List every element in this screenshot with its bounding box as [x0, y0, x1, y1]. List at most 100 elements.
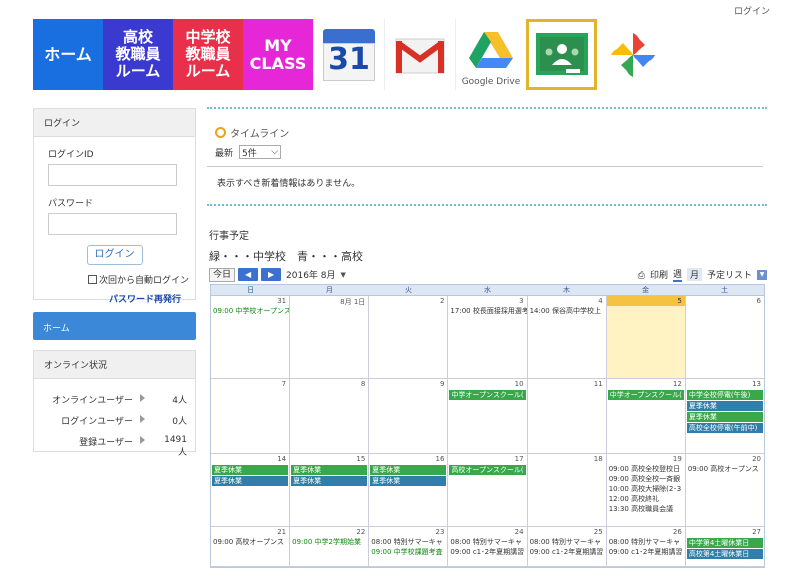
triangle-right-icon[interactable]: [140, 436, 145, 444]
day-number: 8月 1日: [340, 298, 366, 306]
auto-login-row[interactable]: 次回から自動ログイン: [88, 273, 195, 286]
triangle-right-icon[interactable]: [140, 415, 145, 423]
calendar-event[interactable]: 夏季休業: [291, 465, 368, 475]
calendar-event[interactable]: 夏季休業: [686, 412, 763, 422]
top-login-link[interactable]: ログイン: [734, 4, 770, 17]
calendar-day-cell[interactable]: 14 夏季休業 夏季休業: [211, 454, 291, 526]
calendar-day-cell[interactable]: 19 09:00 高校全校登校日 09:00 高校全校一斉銀 10:00 高校大掃除(…: [607, 454, 686, 526]
calendar-event[interactable]: 13:30 高校職員会議: [607, 504, 685, 514]
events-title: 行事予定: [209, 231, 249, 242]
calendar-event[interactable]: 09:00 中学校オープンス: [211, 306, 289, 316]
calendar-day-cell[interactable]: 25 08:00 特別サマーキャ 09:00 c1･2年夏期講習: [528, 527, 607, 566]
calendar-day-cell[interactable]: 6: [686, 296, 764, 378]
calendar-week-row: 14 夏季休業 夏季休業 15 夏季休業 夏季休業 16 夏季休業 夏季休業 17 高校オープンスク…: [211, 454, 764, 527]
calendar-day-cell[interactable]: 18: [528, 454, 607, 526]
calendar-event[interactable]: 08:00 特別サマーキャ: [369, 537, 447, 547]
login-button[interactable]: ログイン: [86, 245, 143, 265]
calendar-day-cell[interactable]: 23 08:00 特別サマーキャ 09:00 中学校課題考査: [369, 527, 449, 566]
print-button[interactable]: ⎙ 印刷: [633, 268, 668, 281]
prev-month-button[interactable]: ◀: [238, 268, 259, 281]
calendar-event[interactable]: 08:00 特別サマーキャ: [528, 537, 606, 547]
calendar-event[interactable]: 09:00 c1･2年夏期講習: [528, 547, 606, 557]
calendar-event[interactable]: 09:00 高校オープンス: [686, 464, 764, 474]
calendar-event[interactable]: 17:00 校長面接採用選考: [448, 306, 526, 316]
month-dropdown-icon[interactable]: ▼: [341, 271, 346, 279]
timeline-count-select[interactable]: 5件 ⌵: [239, 145, 282, 159]
calendar-event[interactable]: 中学第4土曜休業日: [686, 538, 763, 548]
calendar-day-cell[interactable]: 3 17:00 校長面接採用選考: [448, 296, 528, 378]
calendar-event[interactable]: 14:00 保谷高中学校上: [528, 306, 606, 316]
calendar-event[interactable]: 09:00 c1･2年夏期講習: [448, 547, 526, 557]
view-week-tab[interactable]: 週: [672, 267, 682, 282]
nav-classroom-tile[interactable]: [526, 19, 597, 90]
calendar-event[interactable]: 高校第4土曜休業日: [686, 549, 763, 559]
password-reset-link[interactable]: パスワード再発行: [34, 292, 181, 305]
calendar-event[interactable]: 08:00 特別サマーキャ: [607, 537, 685, 547]
calendar-event[interactable]: 高校全校停電(午前中): [686, 423, 763, 433]
nav-calendar-tile[interactable]: 31: [313, 19, 384, 90]
calendar-event[interactable]: 中学オープンスクール(: [607, 390, 684, 400]
calendar-day-cell[interactable]: 27 中学第4土曜休業日 高校第4土曜休業日: [686, 527, 764, 566]
password-input[interactable]: [48, 213, 177, 235]
nav-my-class-tile[interactable]: MY CLASS: [243, 19, 313, 90]
calendar-event[interactable]: 12:00 高校終礼: [607, 494, 685, 504]
calendar-day-cell[interactable]: 9: [369, 379, 449, 453]
calendar-event[interactable]: 08:00 特別サマーキャ: [448, 537, 526, 547]
calendar-day-cell[interactable]: 5: [606, 296, 686, 378]
calendar-day-cell[interactable]: 8: [290, 379, 370, 453]
calendar-day-cell[interactable]: 21 09:00 高校オープンス: [211, 527, 291, 566]
calendar-day-cell[interactable]: 7: [211, 379, 291, 453]
calendar-day-cell[interactable]: 26 08:00 特別サマーキャ 09:00 c1･2年夏期講習: [607, 527, 686, 566]
print-label: 印刷: [649, 271, 668, 281]
triangle-right-icon[interactable]: [140, 394, 145, 402]
calendar-event[interactable]: 夏季休業: [370, 476, 447, 486]
dotted-divider-top: [207, 107, 767, 109]
calendar-day-cell[interactable]: 15 夏季休業 夏季休業: [290, 454, 370, 526]
calendar-day-cell[interactable]: 2: [369, 296, 449, 378]
nav-ms-staff-room-tile[interactable]: 中学校 教職員 ルーム: [173, 19, 243, 90]
calendar-event[interactable]: 09:00 中学2学期始業: [290, 537, 368, 547]
nav-drive-tile[interactable]: Google Drive: [455, 19, 526, 90]
calendar-event[interactable]: 09:00 高校オープンス: [211, 537, 289, 547]
auto-login-checkbox[interactable]: [88, 275, 97, 284]
calendar-day-cell[interactable]: 11: [528, 379, 607, 453]
calendar-day-cell[interactable]: 22 09:00 中学2学期始業: [290, 527, 370, 566]
calendar-event[interactable]: 中学全校停電(午後): [686, 390, 763, 400]
calendar-day-cell[interactable]: 12 中学オープンスクール(: [607, 379, 686, 453]
login-id-input[interactable]: [48, 164, 177, 186]
calendar-day-cell[interactable]: 8月 1日: [290, 296, 370, 378]
calendar-event[interactable]: 夏季休業: [212, 476, 289, 486]
calendar-day-cell[interactable]: 4 14:00 保谷高中学校上: [528, 296, 607, 378]
nav-gmail-tile[interactable]: [384, 19, 455, 90]
calendar-event[interactable]: 夏季休業: [212, 465, 289, 475]
next-month-button[interactable]: ▶: [261, 268, 282, 281]
menu-item-home[interactable]: ホーム: [33, 312, 196, 340]
calendar-day-cell[interactable]: 16 夏季休業 夏季休業: [369, 454, 449, 526]
calendar-event[interactable]: 09:00 高校全校登校日: [607, 464, 685, 474]
nav-hs-staff-room-tile[interactable]: 高校 教職員 ルーム: [103, 19, 173, 90]
calendar-event[interactable]: 09:00 中学校課題考査: [369, 547, 447, 557]
nav-home-tile[interactable]: ホーム: [33, 19, 103, 90]
calendar-event[interactable]: 中学オープンスクール(: [449, 390, 526, 400]
calendar-event[interactable]: 夏季休業: [686, 401, 763, 411]
arrow-left-icon: ◀: [244, 270, 252, 279]
calendar-day-cell[interactable]: 20 09:00 高校オープンス: [686, 454, 764, 526]
nav-photos-tile[interactable]: [597, 19, 668, 90]
calendar-event[interactable]: 夏季休業: [370, 465, 447, 475]
calendar-event[interactable]: 10:00 高校大掃除(2･3: [607, 484, 685, 494]
calendar-day-cell[interactable]: 31 09:00 中学校オープンス: [211, 296, 291, 378]
calendar-event[interactable]: 09:00 高校全校一斉銀: [607, 474, 685, 484]
calendar-day-cell[interactable]: 24 08:00 特別サマーキャ 09:00 c1･2年夏期講習: [448, 527, 528, 566]
calendar-event[interactable]: 09:00 c1･2年夏期講習: [607, 547, 685, 557]
calendar-event[interactable]: 高校オープンスクール(: [449, 465, 526, 475]
today-button[interactable]: 今日: [209, 267, 236, 282]
view-list-tab[interactable]: 予定リスト: [707, 268, 752, 281]
nav-ms-line3: ルーム: [185, 61, 231, 80]
view-month-tab[interactable]: 月: [686, 268, 702, 281]
calendar-event[interactable]: 夏季休業: [291, 476, 368, 486]
calendar-day-cell[interactable]: 13 中学全校停電(午後) 夏季休業 夏季休業 高校全校停電(午前中): [686, 379, 764, 453]
calendar-day-cell[interactable]: 17 高校オープンスクール(: [448, 454, 528, 526]
view-dropdown-icon[interactable]: ▼: [757, 269, 767, 280]
calendar-day-cell[interactable]: 10 中学オープンスクール(: [448, 379, 528, 453]
day-number: 3: [519, 297, 524, 305]
